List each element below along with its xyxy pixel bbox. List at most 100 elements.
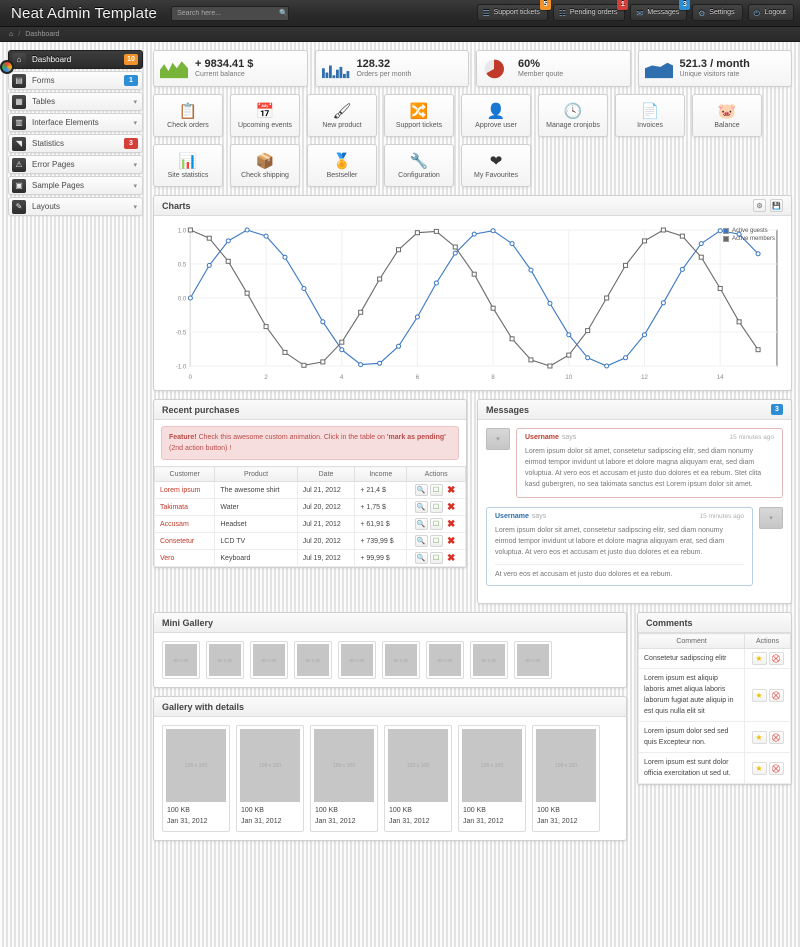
delete-icon[interactable]: ✖	[445, 518, 458, 530]
tile-balance[interactable]: 🐷 Balance	[692, 94, 762, 137]
topbar-button-logout[interactable]: ⏻ Logout	[748, 4, 794, 21]
message-username[interactable]: Username	[495, 513, 529, 520]
topbar-badge: 1	[617, 0, 628, 10]
chevron-down-icon[interactable]: ▾	[133, 203, 137, 211]
star-icon[interactable]: ★	[752, 762, 767, 775]
gallery-thumbnail[interactable]: 80 x 80	[294, 641, 332, 679]
mark-pending-icon[interactable]: ☐	[430, 552, 443, 564]
tile-site-statistics[interactable]: 📊 Site statistics	[153, 144, 223, 187]
sidebar-item-interface-elements[interactable]: ▥ Interface Elements ▾	[8, 113, 143, 132]
gallery-detail-item[interactable]: 100 x 100 100 KB Jan 31, 2012	[458, 725, 526, 832]
message-bubble[interactable]: Username says 15 minutes ago Lorem ipsum…	[486, 507, 753, 586]
chevron-down-icon[interactable]: ▾	[133, 98, 137, 106]
block-icon[interactable]: ⛒	[769, 731, 784, 744]
tile-bestseller[interactable]: 🏅 Bestseller	[307, 144, 377, 187]
mark-pending-icon[interactable]: ☐	[430, 501, 443, 513]
block-icon[interactable]: ⛒	[769, 762, 784, 775]
tile-check-orders[interactable]: 📋 Check orders	[153, 94, 223, 137]
message-bubble[interactable]: Username says 15 minutes ago Lorem ipsum…	[516, 428, 783, 498]
table-row[interactable]: Takimata Water Jul 20, 2012 + 1,75 $ 🔍☐✖	[155, 499, 466, 516]
gallery-detail-item[interactable]: 100 x 100 100 KB Jan 31, 2012	[162, 725, 230, 832]
top-navigation-bar: Neat Admin Template 🔍 ☰ Support tickets …	[0, 0, 800, 27]
stat-card-current-balance[interactable]: + 9834.41 $ Current balance	[153, 50, 308, 87]
tile-check-shipping[interactable]: 📦 Check shipping	[230, 144, 300, 187]
mark-pending-icon[interactable]: ☐	[430, 518, 443, 530]
save-icon[interactable]: 💾	[770, 199, 783, 212]
home-icon[interactable]: ⌂	[9, 31, 13, 38]
search-icon[interactable]: 🔍	[279, 10, 285, 18]
delete-icon[interactable]: ✖	[445, 484, 458, 496]
tile-approve-user[interactable]: 👤 Approve user	[461, 94, 531, 137]
sidebar-item-tables[interactable]: ▦ Tables ▾	[8, 92, 143, 111]
comment-row[interactable]: Lorem ipsum est sunt dolor officia exerc…	[639, 753, 791, 784]
view-icon[interactable]: 🔍	[415, 518, 428, 530]
chevron-down-icon[interactable]: ▾	[133, 161, 137, 169]
topbar-button-pending-orders[interactable]: ☷ Pending orders 1	[553, 4, 625, 21]
table-row[interactable]: Consetetur LCD TV Jul 20, 2012 + 739,99 …	[155, 533, 466, 550]
breadcrumb-current[interactable]: Dashboard	[25, 31, 59, 38]
tile-new-product[interactable]: 🖌 New product	[307, 94, 377, 137]
gallery-thumbnail[interactable]: 80 x 80	[382, 641, 420, 679]
view-icon[interactable]: 🔍	[415, 501, 428, 513]
view-icon[interactable]: 🔍	[415, 552, 428, 564]
topbar-button-support-tickets[interactable]: ☰ Support tickets 5	[477, 4, 548, 21]
star-icon[interactable]: ★	[752, 731, 767, 744]
tile-manage-cronjobs[interactable]: 🕓 Manage cronjobs	[538, 94, 608, 137]
sidebar-item-statistics[interactable]: ◥ Statistics 3	[8, 134, 143, 153]
search-input[interactable]	[171, 6, 289, 21]
stat-card-member-qoute[interactable]: 60% Member qoute	[476, 50, 631, 87]
line-chart[interactable]: -1.0-0.50.00.51.002468101214 Active gues…	[164, 224, 781, 384]
sidebar-item-layouts[interactable]: ✎ Layouts ▾	[8, 197, 143, 216]
comment-row[interactable]: Lorem ipsum dolor sed sed quis Excepteur…	[639, 722, 791, 753]
topbar-button-settings[interactable]: ⚙ Settings	[692, 4, 742, 21]
gallery-detail-item[interactable]: 100 x 100 100 KB Jan 31, 2012	[310, 725, 378, 832]
tile-my-favourites[interactable]: ❤ My Favourites	[461, 144, 531, 187]
alert-strong-2: 'mark as pending'	[387, 434, 446, 441]
gallery-thumbnail[interactable]: 80 x 80	[338, 641, 376, 679]
bar-chart-icon: 📊	[179, 153, 198, 170]
chevron-down-icon[interactable]: ▾	[133, 119, 137, 127]
star-icon[interactable]: ★	[752, 689, 767, 702]
message-username[interactable]: Username	[525, 434, 559, 441]
gallery-thumbnail[interactable]: 80 x 80	[470, 641, 508, 679]
nav-toggle-icon[interactable]	[0, 60, 14, 74]
delete-icon[interactable]: ✖	[445, 552, 458, 564]
gallery-thumbnail[interactable]: 80 x 80	[250, 641, 288, 679]
view-icon[interactable]: 🔍	[415, 484, 428, 496]
stat-card-orders-per-month[interactable]: 128.32 Orders per month	[315, 50, 470, 87]
topbar-button-messages[interactable]: ✉ Messages 3	[630, 4, 687, 21]
cell-customer: Takimata	[155, 499, 215, 516]
star-icon[interactable]: ★	[752, 652, 767, 665]
table-row[interactable]: Accusam Headset Jul 21, 2012 + 61,91 $ 🔍…	[155, 516, 466, 533]
table-row[interactable]: Vero Keyboard Jul 19, 2012 + 99,99 $ 🔍☐✖	[155, 550, 466, 567]
gallery-detail-item[interactable]: 100 x 100 100 KB Jan 31, 2012	[532, 725, 600, 832]
chart-svg: -1.0-0.50.00.51.002468101214	[164, 224, 781, 384]
sidebar-item-forms[interactable]: ▤ Forms 1	[8, 71, 143, 90]
view-icon[interactable]: 🔍	[415, 535, 428, 547]
mark-pending-icon[interactable]: ☐	[430, 535, 443, 547]
gallery-thumbnail[interactable]: 80 x 80	[206, 641, 244, 679]
gallery-thumbnail[interactable]: 80 x 80	[162, 641, 200, 679]
block-icon[interactable]: ⛒	[769, 689, 784, 702]
refresh-icon[interactable]: ⚙	[753, 199, 766, 212]
tile-upcoming-events[interactable]: 📅 Upcoming events	[230, 94, 300, 137]
mark-pending-icon[interactable]: ☐	[430, 484, 443, 496]
sidebar-item-error-pages[interactable]: ⚠ Error Pages ▾	[8, 155, 143, 174]
table-row[interactable]: Lorem ipsum The awesome shirt Jul 21, 20…	[155, 482, 466, 499]
tile-configuration[interactable]: 🔧 Configuration	[384, 144, 454, 187]
block-icon[interactable]: ⛒	[769, 652, 784, 665]
sidebar-item-sample-pages[interactable]: ▣ Sample Pages ▾	[8, 176, 143, 195]
tile-support-tickets[interactable]: 🔀 Support tickets	[384, 94, 454, 137]
stat-card-unique-visitors-rate[interactable]: 521.3 / month Unique visitors rate	[638, 50, 793, 87]
delete-icon[interactable]: ✖	[445, 501, 458, 513]
tile-invoices[interactable]: 📄 Invoices	[615, 94, 685, 137]
gallery-detail-item[interactable]: 100 x 100 100 KB Jan 31, 2012	[384, 725, 452, 832]
comment-row[interactable]: Consetetur sadipscing elitr ★⛒	[639, 649, 791, 669]
delete-icon[interactable]: ✖	[445, 535, 458, 547]
gallery-thumbnail[interactable]: 80 x 80	[426, 641, 464, 679]
sidebar-item-dashboard[interactable]: ⌂ Dashboard 10	[8, 50, 143, 69]
gallery-detail-item[interactable]: 100 x 100 100 KB Jan 31, 2012	[236, 725, 304, 832]
comment-row[interactable]: Lorem ipsum est aliquip laboris amet ali…	[639, 669, 791, 722]
chevron-down-icon[interactable]: ▾	[133, 182, 137, 190]
gallery-thumbnail[interactable]: 80 x 80	[514, 641, 552, 679]
